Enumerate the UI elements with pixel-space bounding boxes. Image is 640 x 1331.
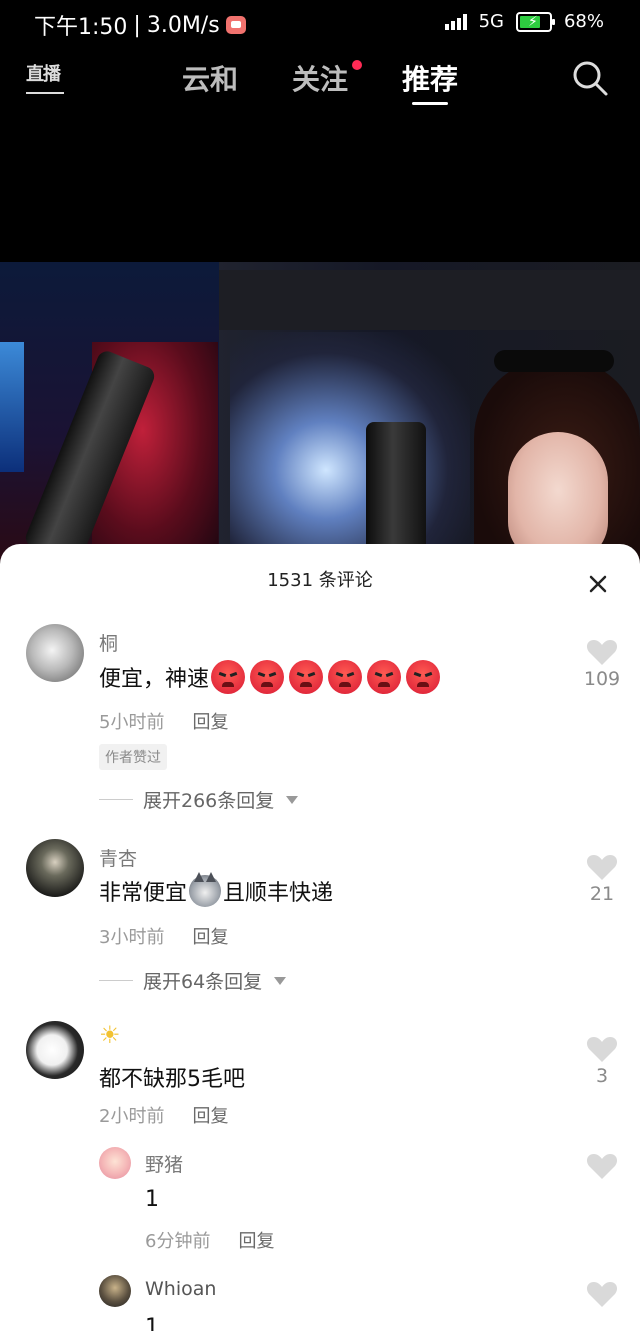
expand-replies-button[interactable]: 展开266条回复: [99, 786, 299, 813]
comment-time: 5小时前: [99, 712, 165, 733]
like-count: 21: [589, 883, 615, 905]
live-label: 直播: [26, 64, 61, 85]
avatar[interactable]: [99, 1147, 131, 1179]
reply-button[interactable]: 回复: [192, 923, 228, 949]
network-type: 5G: [478, 11, 504, 32]
like-button[interactable]: 3: [580, 1035, 624, 1087]
avatar[interactable]: [26, 624, 84, 682]
angry-face-emoji-icon: [406, 660, 441, 694]
reply-username[interactable]: Whioan: [145, 1278, 216, 1300]
comment-item: 青杏 非常便宜 且顺丰快递 3小时前 回复 展开64条回复 21: [0, 839, 640, 1009]
reply-text: 1: [145, 1315, 159, 1331]
reply-item: Whioan 1: [0, 1275, 640, 1331]
like-button[interactable]: 109: [580, 638, 624, 690]
tab-yunhe[interactable]: 云和: [182, 58, 238, 98]
angry-face-emoji-icon: [367, 660, 402, 694]
status-bar: 下午1:50 | 3.0M/s 5G ⚡ 68%: [0, 0, 640, 44]
comment-time: 3小时前: [99, 927, 165, 948]
heart-icon: [586, 855, 618, 880]
angry-face-emoji-icon: [328, 660, 363, 694]
close-button[interactable]: [584, 570, 612, 598]
like-count: 3: [595, 1065, 609, 1087]
reply-button[interactable]: 回复: [192, 1102, 228, 1128]
battery-percent: 68%: [563, 11, 604, 32]
heart-icon: [586, 640, 618, 665]
husky-emoji-icon: [189, 872, 222, 907]
reply-button[interactable]: 回复: [238, 1227, 274, 1253]
comments-panel: 1531 条评论 桐 便宜，神速 5小时前 回复 作者赞过 展开266条回复 1…: [0, 544, 640, 1331]
comment-text: 便宜，神速: [99, 660, 445, 694]
video-player[interactable]: [0, 262, 640, 562]
author-liked-badge: 作者赞过: [99, 744, 167, 770]
tab-recommended[interactable]: 推荐: [402, 58, 458, 98]
top-nav: 直播 云和 关注 推荐: [0, 44, 640, 114]
reply-username[interactable]: 野猪: [145, 1150, 183, 1177]
live-button[interactable]: 直播: [26, 60, 66, 96]
comment-text: 非常便宜 且顺丰快递: [99, 872, 333, 907]
comment-time: 2小时前: [99, 1106, 165, 1127]
comment-text: 都不缺那5毛吧: [99, 1067, 245, 1092]
comment-username[interactable]: ☀: [99, 1021, 121, 1049]
avatar[interactable]: [26, 1021, 84, 1079]
like-button[interactable]: [580, 1280, 624, 1308]
search-icon: [573, 61, 608, 96]
expand-replies-button[interactable]: 展开64条回复: [99, 967, 287, 994]
comments-count-title: 1531 条评论: [267, 570, 373, 591]
charging-bolt-icon: ⚡: [527, 13, 538, 30]
avatar[interactable]: [26, 839, 84, 897]
heart-icon: [586, 1282, 618, 1307]
notification-dot: [352, 60, 362, 70]
status-speed: 3.0M/s: [146, 12, 220, 38]
heart-icon: [586, 1037, 618, 1062]
status-time: 下午1:50: [34, 15, 128, 40]
angry-emoji-row: [211, 660, 445, 694]
comment-username[interactable]: 青杏: [99, 844, 137, 871]
avatar[interactable]: [99, 1275, 131, 1307]
reply-item: 野猪 1 6分钟前 回复: [0, 1147, 640, 1257]
reply-time: 6分钟前: [145, 1231, 211, 1252]
angry-face-emoji-icon: [211, 660, 246, 694]
active-tab-indicator: [412, 102, 448, 105]
comment-item: 桐 便宜，神速 5小时前 回复 作者赞过 展开266条回复 109: [0, 624, 640, 824]
angry-face-emoji-icon: [289, 660, 324, 694]
tv-icon: [26, 92, 64, 94]
signal-icon: [444, 13, 467, 30]
search-button[interactable]: [570, 58, 610, 98]
reply-text: 1: [145, 1187, 159, 1212]
caret-down-icon: [286, 795, 299, 804]
like-button[interactable]: [580, 1152, 624, 1180]
caret-down-icon: [274, 976, 287, 985]
like-button[interactable]: 21: [580, 853, 624, 905]
tab-following[interactable]: 关注: [292, 58, 348, 98]
close-icon: [589, 575, 607, 593]
like-count: 109: [583, 668, 621, 690]
comment-item: ☀ 都不缺那5毛吧 2小时前 回复 3 野猪 1 6分钟前 回复 Whioan: [0, 1021, 640, 1331]
app-notification-icon: [225, 16, 246, 34]
comment-username[interactable]: 桐: [99, 629, 118, 656]
reply-button[interactable]: 回复: [192, 708, 228, 734]
heart-icon: [586, 1154, 618, 1179]
battery-icon: ⚡: [515, 11, 555, 32]
angry-face-emoji-icon: [250, 660, 285, 694]
